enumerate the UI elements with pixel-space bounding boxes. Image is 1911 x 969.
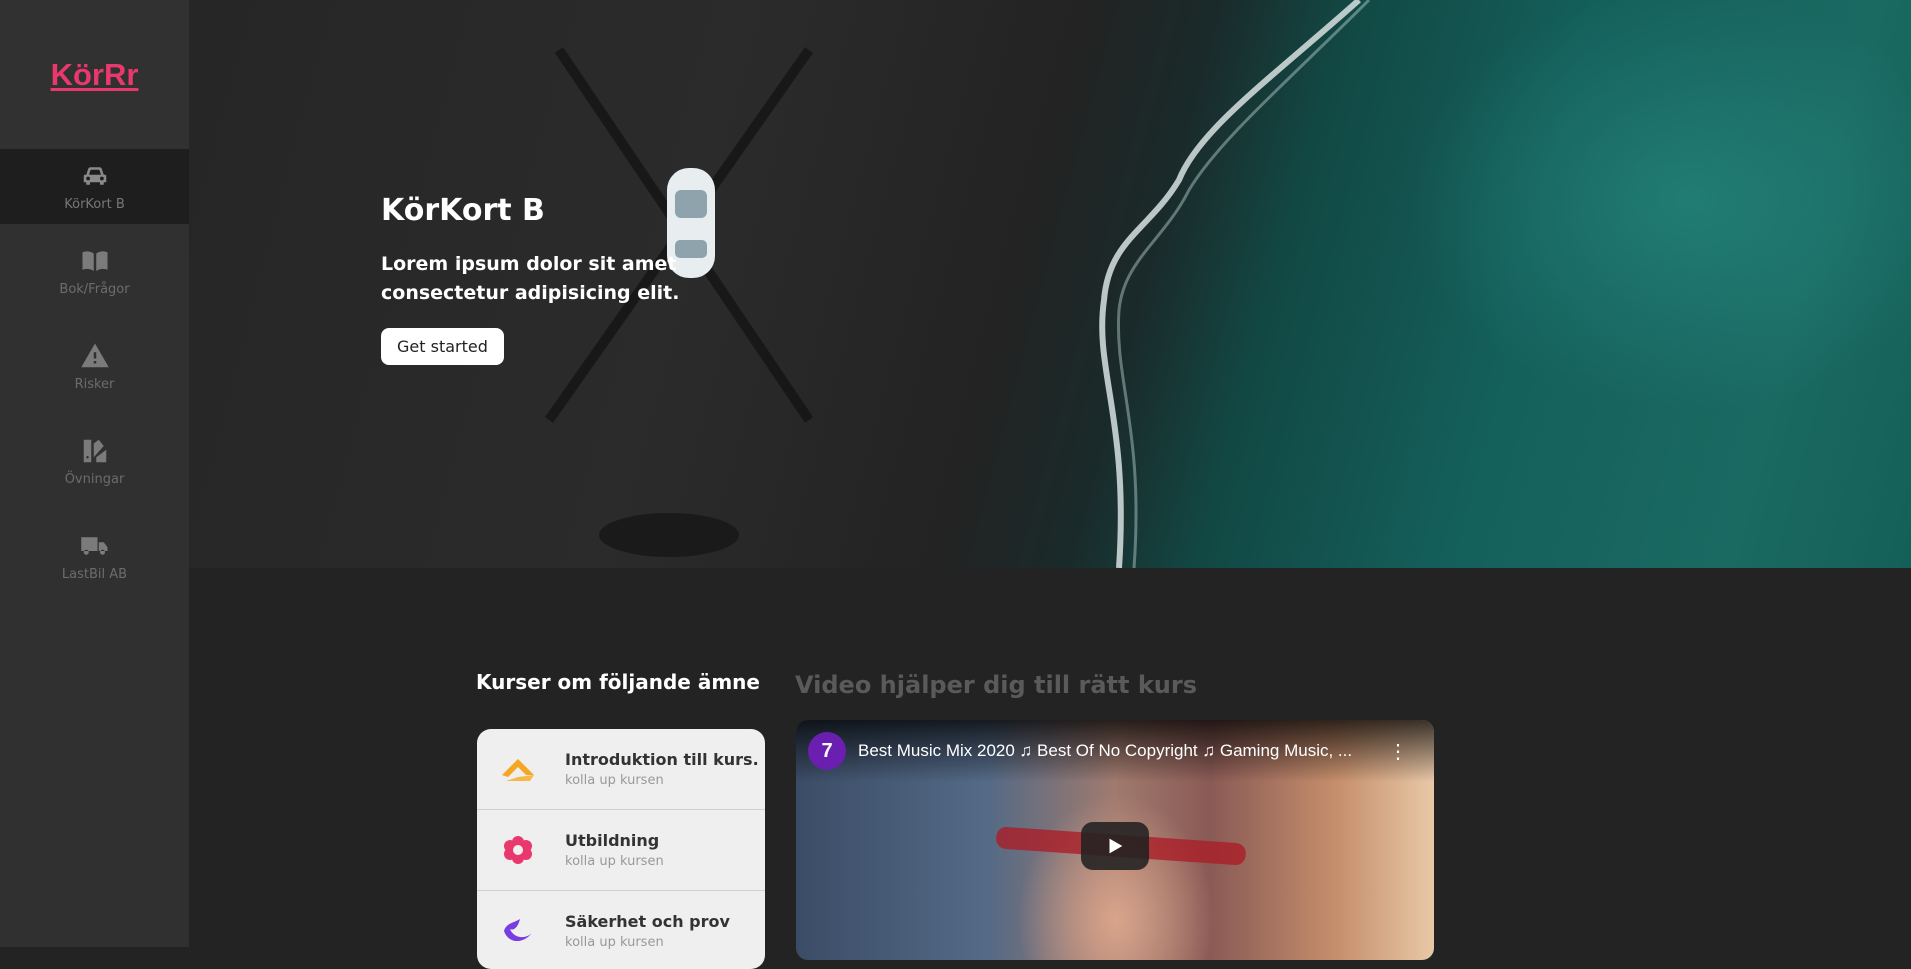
- nav-item-korkort-b[interactable]: KörKort B: [0, 149, 189, 224]
- nav-item-lastbil-ab[interactable]: LastBil AB: [0, 509, 189, 604]
- truck-icon: [80, 537, 107, 555]
- play-icon: [1109, 838, 1123, 854]
- flower-icon: [497, 829, 539, 871]
- wave-icon: [497, 910, 539, 952]
- warning-icon: [80, 343, 109, 368]
- nav-item-ovningar[interactable]: Övningar: [0, 414, 189, 509]
- course-title: Introduktion till kurs.: [565, 750, 759, 769]
- layers-icon: [497, 748, 539, 790]
- channel-avatar[interactable]: 7: [808, 732, 846, 770]
- hero-subtitle: Lorem ipsum dolor sit amet consectetur a…: [381, 253, 680, 304]
- nav-label: Risker: [74, 377, 115, 392]
- get-started-button[interactable]: Get started: [381, 328, 504, 365]
- courses-card: Introduktion till kurs. kolla up kursen …: [477, 729, 765, 969]
- book-icon: [82, 251, 107, 271]
- video-title[interactable]: Best Music Mix 2020 ♫ Best Of No Copyrig…: [858, 741, 1378, 761]
- more-options-icon[interactable]: ⋮: [1388, 739, 1408, 764]
- play-button[interactable]: [1081, 822, 1149, 870]
- brand-logo-link[interactable]: KörRr: [51, 57, 139, 93]
- sidebar: KörRr KörKort B Bok/Frågor Risker Övning…: [0, 0, 189, 947]
- car-icon: [83, 167, 106, 185]
- hero-title: KörKort B: [381, 193, 545, 228]
- hero-content: KörKort B Lorem ipsum dolor sit amet con…: [381, 193, 801, 365]
- nav-label: LastBil AB: [61, 567, 128, 582]
- course-title: Säkerhet och prov: [565, 912, 730, 931]
- youtube-video-embed[interactable]: 7 Best Music Mix 2020 ♫ Best Of No Copyr…: [796, 720, 1434, 960]
- course-title: Utbildning: [565, 831, 660, 850]
- course-item-utbildning[interactable]: Utbildning kolla up kursen: [477, 810, 765, 891]
- hero-banner: KörKort B Lorem ipsum dolor sit amet con…: [189, 0, 1911, 568]
- video-title-bar: 7 Best Music Mix 2020 ♫ Best Of No Copyr…: [796, 720, 1434, 782]
- course-subtitle: kolla up kursen: [565, 854, 664, 869]
- nav-item-risker[interactable]: Risker: [0, 319, 189, 414]
- nav-label: Bok/Frågor: [59, 282, 130, 297]
- nav-label: KörKort B: [64, 197, 125, 212]
- nav-item-bok-fragor[interactable]: Bok/Frågor: [0, 224, 189, 319]
- courses-title: Kurser om följande ämne: [476, 670, 760, 694]
- course-item-sakerhet[interactable]: Säkerhet och prov kolla up kursen: [477, 891, 765, 969]
- brand-area: KörRr: [0, 0, 189, 149]
- course-subtitle: kolla up kursen: [565, 773, 664, 788]
- swatches-icon: [83, 439, 106, 463]
- course-subtitle: kolla up kursen: [565, 935, 664, 950]
- video-section-title: Video hjälper dig till rätt kurs: [795, 671, 1198, 699]
- nav-label: Övningar: [64, 472, 125, 487]
- course-item-introduktion[interactable]: Introduktion till kurs. kolla up kursen: [477, 729, 765, 810]
